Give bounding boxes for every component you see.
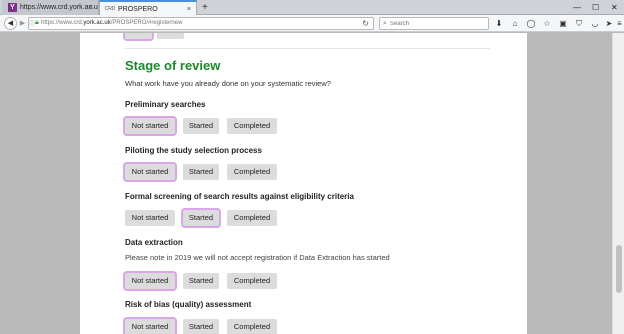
section-subtitle: What work have you already done on your … [125,79,331,88]
navigation-bar: ◀ ▶ ⓘ 🔒︎ https://www.crd.york.ac.uk/PROS… [0,15,624,32]
not-started-button[interactable]: Not started [125,118,175,134]
search-input[interactable] [390,18,485,29]
browser-tab-prospero[interactable]: CRD PROSPERO × [99,0,197,15]
lock-icon: 🔒︎ [35,19,39,26]
section-divider [125,48,490,49]
address-bar[interactable]: ⓘ 🔒︎ https://www.crd.york.ac.uk/PROSPERO… [28,17,374,30]
completed-button[interactable]: Completed [227,273,277,289]
maximize-icon[interactable]: ☐ [592,0,599,15]
started-button[interactable]: Started [183,319,219,334]
browser-tab-crd[interactable]: Y https://www.crd.york.ac.u... × [2,0,99,15]
close-tab-icon[interactable]: × [89,0,93,15]
forward-icon[interactable]: ▶ [19,17,26,30]
not-started-button[interactable]: Not started [125,319,175,334]
question-label-preliminary-searches: Preliminary searches [125,100,206,109]
question-label-risk-of-bias: Risk of bias (quality) assessment [125,300,252,309]
clipboard-icon[interactable]: ▣ [557,17,569,30]
question-label-data-extraction: Data extraction [125,238,183,247]
send-icon[interactable]: ➤ [603,17,615,30]
completed-button[interactable]: Completed [227,210,277,226]
started-button[interactable]: Started [183,118,219,134]
search-icon: ⌕ [383,20,387,27]
not-started-button[interactable]: Not started [125,164,175,180]
back-icon[interactable]: ◀ [4,17,17,30]
completed-button[interactable]: Completed [227,118,277,134]
data-extraction-note: Please note in 2019 we will not accept r… [125,253,390,262]
yahoo-favicon-icon: Y [8,3,17,12]
previous-options-fragment [125,33,189,44]
question-label-formal-screening: Formal screening of search results again… [125,192,354,201]
not-started-button[interactable]: Not started [125,273,175,289]
option-button[interactable] [157,33,184,39]
started-button[interactable]: Started [183,273,219,289]
tab-title: PROSPERO [118,6,158,13]
close-window-icon[interactable]: ✕ [611,0,618,15]
url-text: https://www.crd.york.ac.uk/PROSPERO/#reg… [41,20,183,26]
minimize-icon[interactable]: — [573,0,581,15]
started-button[interactable]: Started [183,210,219,226]
shield-icon[interactable]: ⛉ [573,17,585,30]
completed-button[interactable]: Completed [227,164,277,180]
scrollbar-thumb[interactable] [616,245,622,293]
page-content: Stage of review What work have you alrea… [80,33,527,334]
vertical-scrollbar[interactable] [612,33,624,334]
option-button[interactable] [125,33,152,39]
chat-icon[interactable]: ◯ [525,17,537,30]
home-icon[interactable]: ⌂ [509,17,521,30]
new-tab-icon[interactable]: + [202,0,208,15]
tab-title: https://www.crd.york.ac.u... [20,4,99,11]
download-icon[interactable]: ⬇ [493,17,505,30]
star-icon[interactable]: ☆ [541,17,553,30]
section-heading: Stage of review [125,58,221,73]
menu-icon[interactable]: ≡ [615,17,624,30]
reload-icon[interactable]: ↻ [362,18,369,29]
pocket-icon[interactable]: ◡ [589,17,601,30]
tab-strip: Y https://www.crd.york.ac.u... × CRD PRO… [0,0,624,15]
crd-favicon-icon: CRD [104,6,116,12]
not-started-button[interactable]: Not started [125,210,175,226]
question-label-piloting: Piloting the study selection process [125,146,262,155]
close-tab-icon[interactable]: × [187,2,191,15]
completed-button[interactable]: Completed [227,319,277,334]
started-button[interactable]: Started [183,164,219,180]
search-bar[interactable]: ⌕ [379,17,489,30]
